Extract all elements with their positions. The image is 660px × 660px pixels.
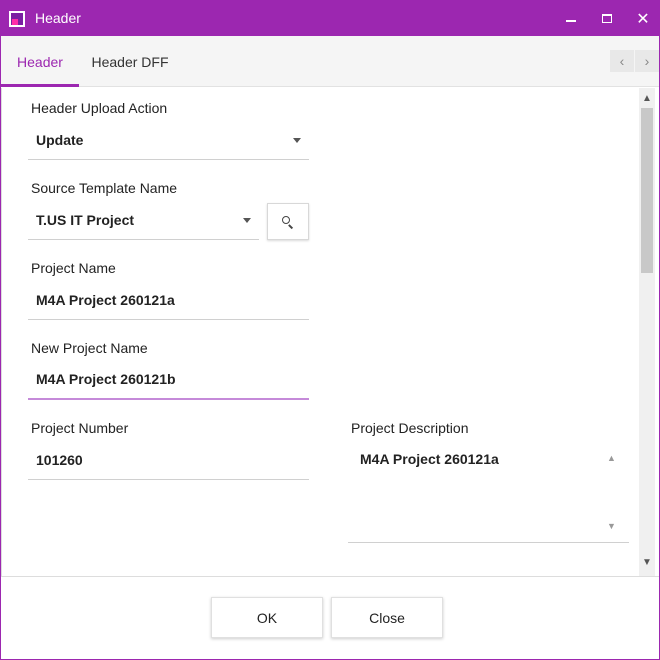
project-name-input[interactable]: M4A Project 260121a: [28, 280, 309, 320]
minimize-button[interactable]: [553, 1, 589, 36]
main-scrollbar[interactable]: ▲ ▼: [639, 88, 655, 576]
upload-action-select[interactable]: Update: [28, 120, 309, 160]
close-icon: ✕: [636, 10, 650, 28]
chevron-down-icon[interactable]: ▼: [607, 521, 616, 531]
tab-header-dff[interactable]: Header DFF: [79, 36, 181, 87]
project-description-label: Project Description: [351, 420, 469, 436]
upload-action-label: Header Upload Action: [31, 100, 168, 116]
source-template-label: Source Template Name: [31, 180, 178, 196]
tab-next-button[interactable]: ›: [635, 50, 659, 72]
source-template-select[interactable]: T.US IT Project: [28, 200, 259, 240]
project-number-label: Project Number: [31, 420, 129, 436]
project-description-value: M4A Project 260121a: [360, 451, 499, 467]
close-window-button[interactable]: ✕: [625, 1, 660, 36]
scrollbar-thumb[interactable]: [641, 108, 653, 273]
dialog-footer: OK Close: [1, 576, 659, 659]
chevron-right-icon: ›: [644, 53, 650, 69]
tab-strip: Header Header DFF ‹ ›: [1, 36, 659, 87]
form-content: Header Upload Action Update Source Templ…: [1, 88, 659, 576]
close-button[interactable]: Close: [331, 597, 443, 638]
scroll-up-icon[interactable]: ▲: [642, 93, 652, 104]
ok-button[interactable]: OK: [211, 597, 323, 638]
dialog-window: Header ✕ Header Header DFF ‹ › Header Up…: [0, 0, 660, 660]
source-template-value: T.US IT Project: [36, 211, 135, 228]
chevron-down-icon: [243, 218, 251, 223]
chevron-up-icon[interactable]: ▲: [607, 453, 616, 463]
description-scrollbar[interactable]: ▲ ▼: [605, 453, 619, 533]
tab-prev-button[interactable]: ‹: [610, 50, 634, 72]
title-bar[interactable]: Header ✕: [1, 1, 659, 36]
window-title: Header: [35, 10, 81, 26]
new-project-name-label: New Project Name: [31, 340, 148, 356]
project-name-label: Project Name: [31, 260, 116, 276]
upload-action-value: Update: [36, 131, 84, 148]
search-icon: [282, 215, 294, 229]
minimize-icon: [566, 19, 576, 22]
scroll-down-icon[interactable]: ▼: [642, 557, 652, 568]
chevron-down-icon: [293, 138, 301, 143]
maximize-button[interactable]: [589, 1, 625, 36]
project-number-input[interactable]: 101260: [28, 440, 309, 480]
maximize-icon: [602, 14, 612, 23]
app-icon: [9, 11, 25, 27]
search-template-button[interactable]: [267, 203, 309, 240]
project-description-textarea[interactable]: M4A Project 260121a: [348, 440, 629, 543]
chevron-left-icon: ‹: [619, 53, 625, 69]
new-project-name-input[interactable]: M4A Project 260121b: [28, 360, 309, 400]
tab-header[interactable]: Header: [1, 36, 79, 87]
